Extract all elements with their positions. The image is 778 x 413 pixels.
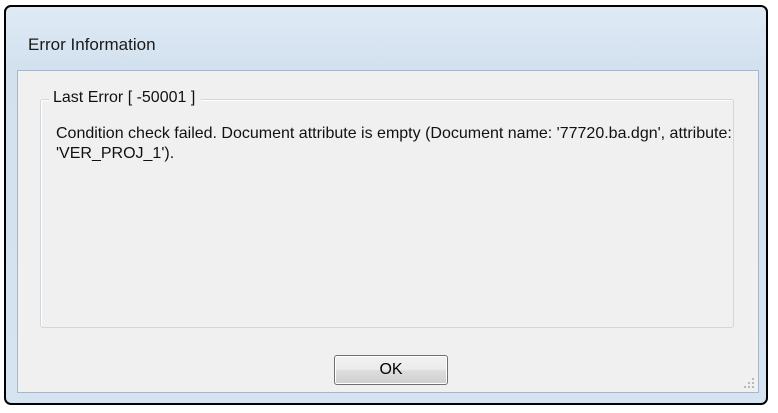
window-title: Error Information [28,35,156,54]
last-error-label: Last Error [ -50001 ] [49,88,202,108]
dialog-client-area: Last Error [ -50001 ] Condition check fa… [17,70,759,393]
error-dialog: Error Information Last Error [ -50001 ] … [4,5,768,405]
title-bar[interactable]: Error Information [6,7,766,67]
ok-button[interactable]: OK [334,355,448,385]
error-message: Condition check failed. Document attribu… [56,125,732,162]
resize-grip-icon[interactable] [742,376,754,388]
